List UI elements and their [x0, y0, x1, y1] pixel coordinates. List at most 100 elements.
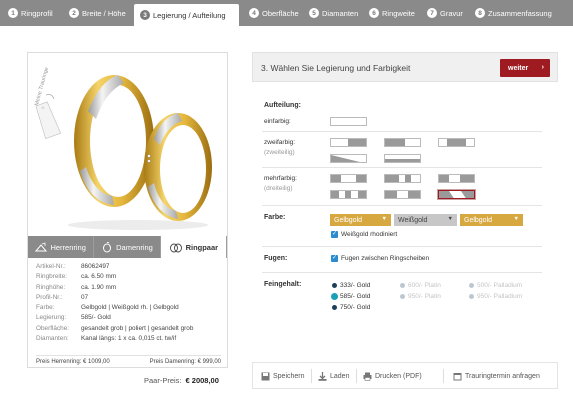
- radio-dot: [332, 305, 337, 310]
- rhodiniert-checkbox[interactable]: ✓ Weißgold rhodiniert: [331, 231, 397, 238]
- color-select-value: Gelbgold: [464, 216, 493, 224]
- einfarbig-label: einfarbig:: [264, 118, 291, 125]
- split-three-option-2[interactable]: [384, 174, 421, 183]
- purity-label: 585/- Gold: [340, 293, 371, 300]
- tab-label: Herrenring: [50, 242, 86, 252]
- step-label: Ringweite: [382, 8, 415, 18]
- purity-option-950-palladium[interactable]: 950/- Palladium: [469, 293, 522, 300]
- step-navigation: 1 Ringprofil 2 Breite / Höhe 3 Legierung…: [0, 0, 573, 26]
- step-label: Breite / Höhe: [82, 8, 126, 18]
- print-button[interactable]: Drucken (PDF): [363, 372, 422, 381]
- step-label: Legierung / Aufteilung: [153, 10, 226, 20]
- split-single-option[interactable]: [330, 117, 367, 126]
- zweiteilig-label: (zweiteilig): [264, 149, 295, 156]
- spec-key: Profil-Nr.:: [36, 293, 63, 301]
- save-label: Speichern: [273, 373, 305, 380]
- purity-label: 950/- Palladium: [477, 293, 523, 300]
- split-two-option-2[interactable]: [384, 138, 421, 147]
- spec-row: Farbe: Gelbgold | Weißgold rh. | Gelbgold: [36, 303, 226, 313]
- color-select-3[interactable]: Gelbgold ▼: [460, 214, 523, 226]
- purity-label: 500/- Palladium: [477, 282, 523, 289]
- step-number: 8: [475, 8, 485, 18]
- spec-key: Diamanten:: [36, 335, 69, 343]
- fugen-option-label: Fugen zwischen Ringscheiben: [341, 255, 430, 262]
- ring-pair-icon: [169, 243, 182, 252]
- color-select-1[interactable]: Gelbgold ▼: [330, 214, 391, 226]
- radio-dot: [332, 283, 337, 288]
- spec-value: 07: [81, 293, 89, 301]
- step-zusammenfassung[interactable]: 8 Zusammenfassung: [467, 0, 563, 26]
- split-three-option-5[interactable]: [384, 190, 421, 199]
- split-three-option-4[interactable]: [330, 190, 367, 199]
- save-button[interactable]: Speichern: [261, 372, 305, 381]
- chevron-right-icon: ›: [541, 64, 544, 71]
- tab-label: Ringpaar: [185, 242, 219, 252]
- step-legierung-aufteilung[interactable]: 3 Legierung / Aufteilung: [134, 4, 239, 26]
- farbe-label: Farbe:: [264, 214, 286, 221]
- price-men: Preis Herrenring: € 1009,00: [36, 359, 110, 365]
- radio-dot: [469, 283, 474, 288]
- color-select-value: Gelbgold: [334, 216, 363, 224]
- spec-row: Ringbreite: ca. 6.50 mm: [36, 272, 226, 282]
- mehrfarbig-label: mehrfarbig:: [264, 175, 297, 182]
- tab-damenring[interactable]: Damenring: [94, 236, 161, 258]
- purity-label: 333/- Gold: [340, 282, 371, 289]
- step-number: 5: [309, 8, 319, 18]
- diagonal-three-split-icon: [439, 191, 474, 198]
- step-diamanten[interactable]: 5 Diamanten: [301, 0, 361, 26]
- split-two-option-5[interactable]: [384, 154, 421, 163]
- divider: [262, 167, 542, 168]
- divider: [311, 369, 312, 383]
- tab-herrenring[interactable]: Herrenring: [28, 236, 95, 258]
- purity-option-950-platin[interactable]: 950/- Platin: [400, 293, 441, 300]
- step-breite-hoehe[interactable]: 2 Breite / Höhe: [61, 0, 134, 26]
- step-number: 7: [427, 8, 437, 18]
- step-number: 4: [249, 8, 259, 18]
- purity-option-600-platin[interactable]: 600/- Platin: [400, 282, 441, 289]
- spec-key: Ringbreite:: [36, 273, 67, 281]
- spec-row: Artikel-Nr.: 86062497: [36, 262, 226, 272]
- purity-option-500-palladium[interactable]: 500/- Palladium: [469, 282, 522, 289]
- spec-key: Oberfläche:: [36, 324, 70, 332]
- fugen-label: Fugen:: [264, 255, 288, 262]
- step-oberflaeche[interactable]: 4 Oberfläche: [239, 0, 301, 26]
- radio-dot: [469, 294, 474, 299]
- purity-option-333-gold[interactable]: 333/- Gold: [332, 282, 370, 289]
- rhodiniert-label: Weißgold rhodiniert: [341, 231, 398, 238]
- step-ringprofil[interactable]: 1 Ringprofil: [0, 0, 61, 26]
- divider: [262, 272, 542, 273]
- split-two-option-1[interactable]: [330, 138, 367, 147]
- spec-key: Artikel-Nr.:: [36, 263, 66, 270]
- zweifarbig-label: zweifarbig:: [264, 139, 296, 146]
- pair-price-value: € 2008,00: [185, 376, 219, 385]
- appointment-button[interactable]: Trauringtermin anfragen: [453, 372, 540, 381]
- tab-label: Damenring: [116, 242, 153, 252]
- spec-row: Legierung: 585/- Gold: [36, 313, 226, 323]
- spec-row: Oberfläche: gesandelt grob | poliert | ge…: [36, 324, 226, 334]
- radio-dot: [400, 294, 405, 299]
- tab-ringpaar[interactable]: Ringpaar: [160, 236, 227, 258]
- color-select-2[interactable]: Weißgold ▼: [394, 214, 457, 226]
- spec-value: 585/- Gold: [81, 314, 111, 322]
- split-two-option-4[interactable]: [330, 154, 367, 163]
- purity-option-585-gold[interactable]: 585/- Gold: [332, 293, 370, 300]
- spec-list: Artikel-Nr.: 86062497 Ringbreite: ca. 6.50…: [36, 262, 226, 344]
- split-three-option-6[interactable]: [437, 189, 476, 200]
- step-gravur[interactable]: 7 Gravur: [419, 0, 467, 26]
- divider: [356, 369, 357, 383]
- pair-price-label: Paar-Preis:: [144, 376, 182, 385]
- save-icon: [261, 372, 270, 381]
- next-button[interactable]: weiter ›: [500, 59, 550, 77]
- purity-label: 600/- Platin: [408, 282, 441, 289]
- split-three-option-3[interactable]: [438, 174, 475, 183]
- price-row: Preis Herrenring: € 1009,00 Preis Damenr…: [36, 355, 221, 365]
- fugen-checkbox[interactable]: ✓ Fugen zwischen Ringscheiben: [331, 255, 429, 262]
- step-ringweite[interactable]: 6 Ringweite: [361, 0, 419, 26]
- divider: [262, 131, 542, 132]
- split-two-option-3[interactable]: [438, 138, 475, 147]
- spec-value: gesandelt grob | poliert | gesandelt gro…: [81, 324, 194, 332]
- split-three-option-1[interactable]: [330, 174, 367, 183]
- divider: [262, 246, 542, 247]
- load-button[interactable]: Laden: [318, 372, 349, 381]
- purity-option-750-gold[interactable]: 750/- Gold: [332, 304, 370, 311]
